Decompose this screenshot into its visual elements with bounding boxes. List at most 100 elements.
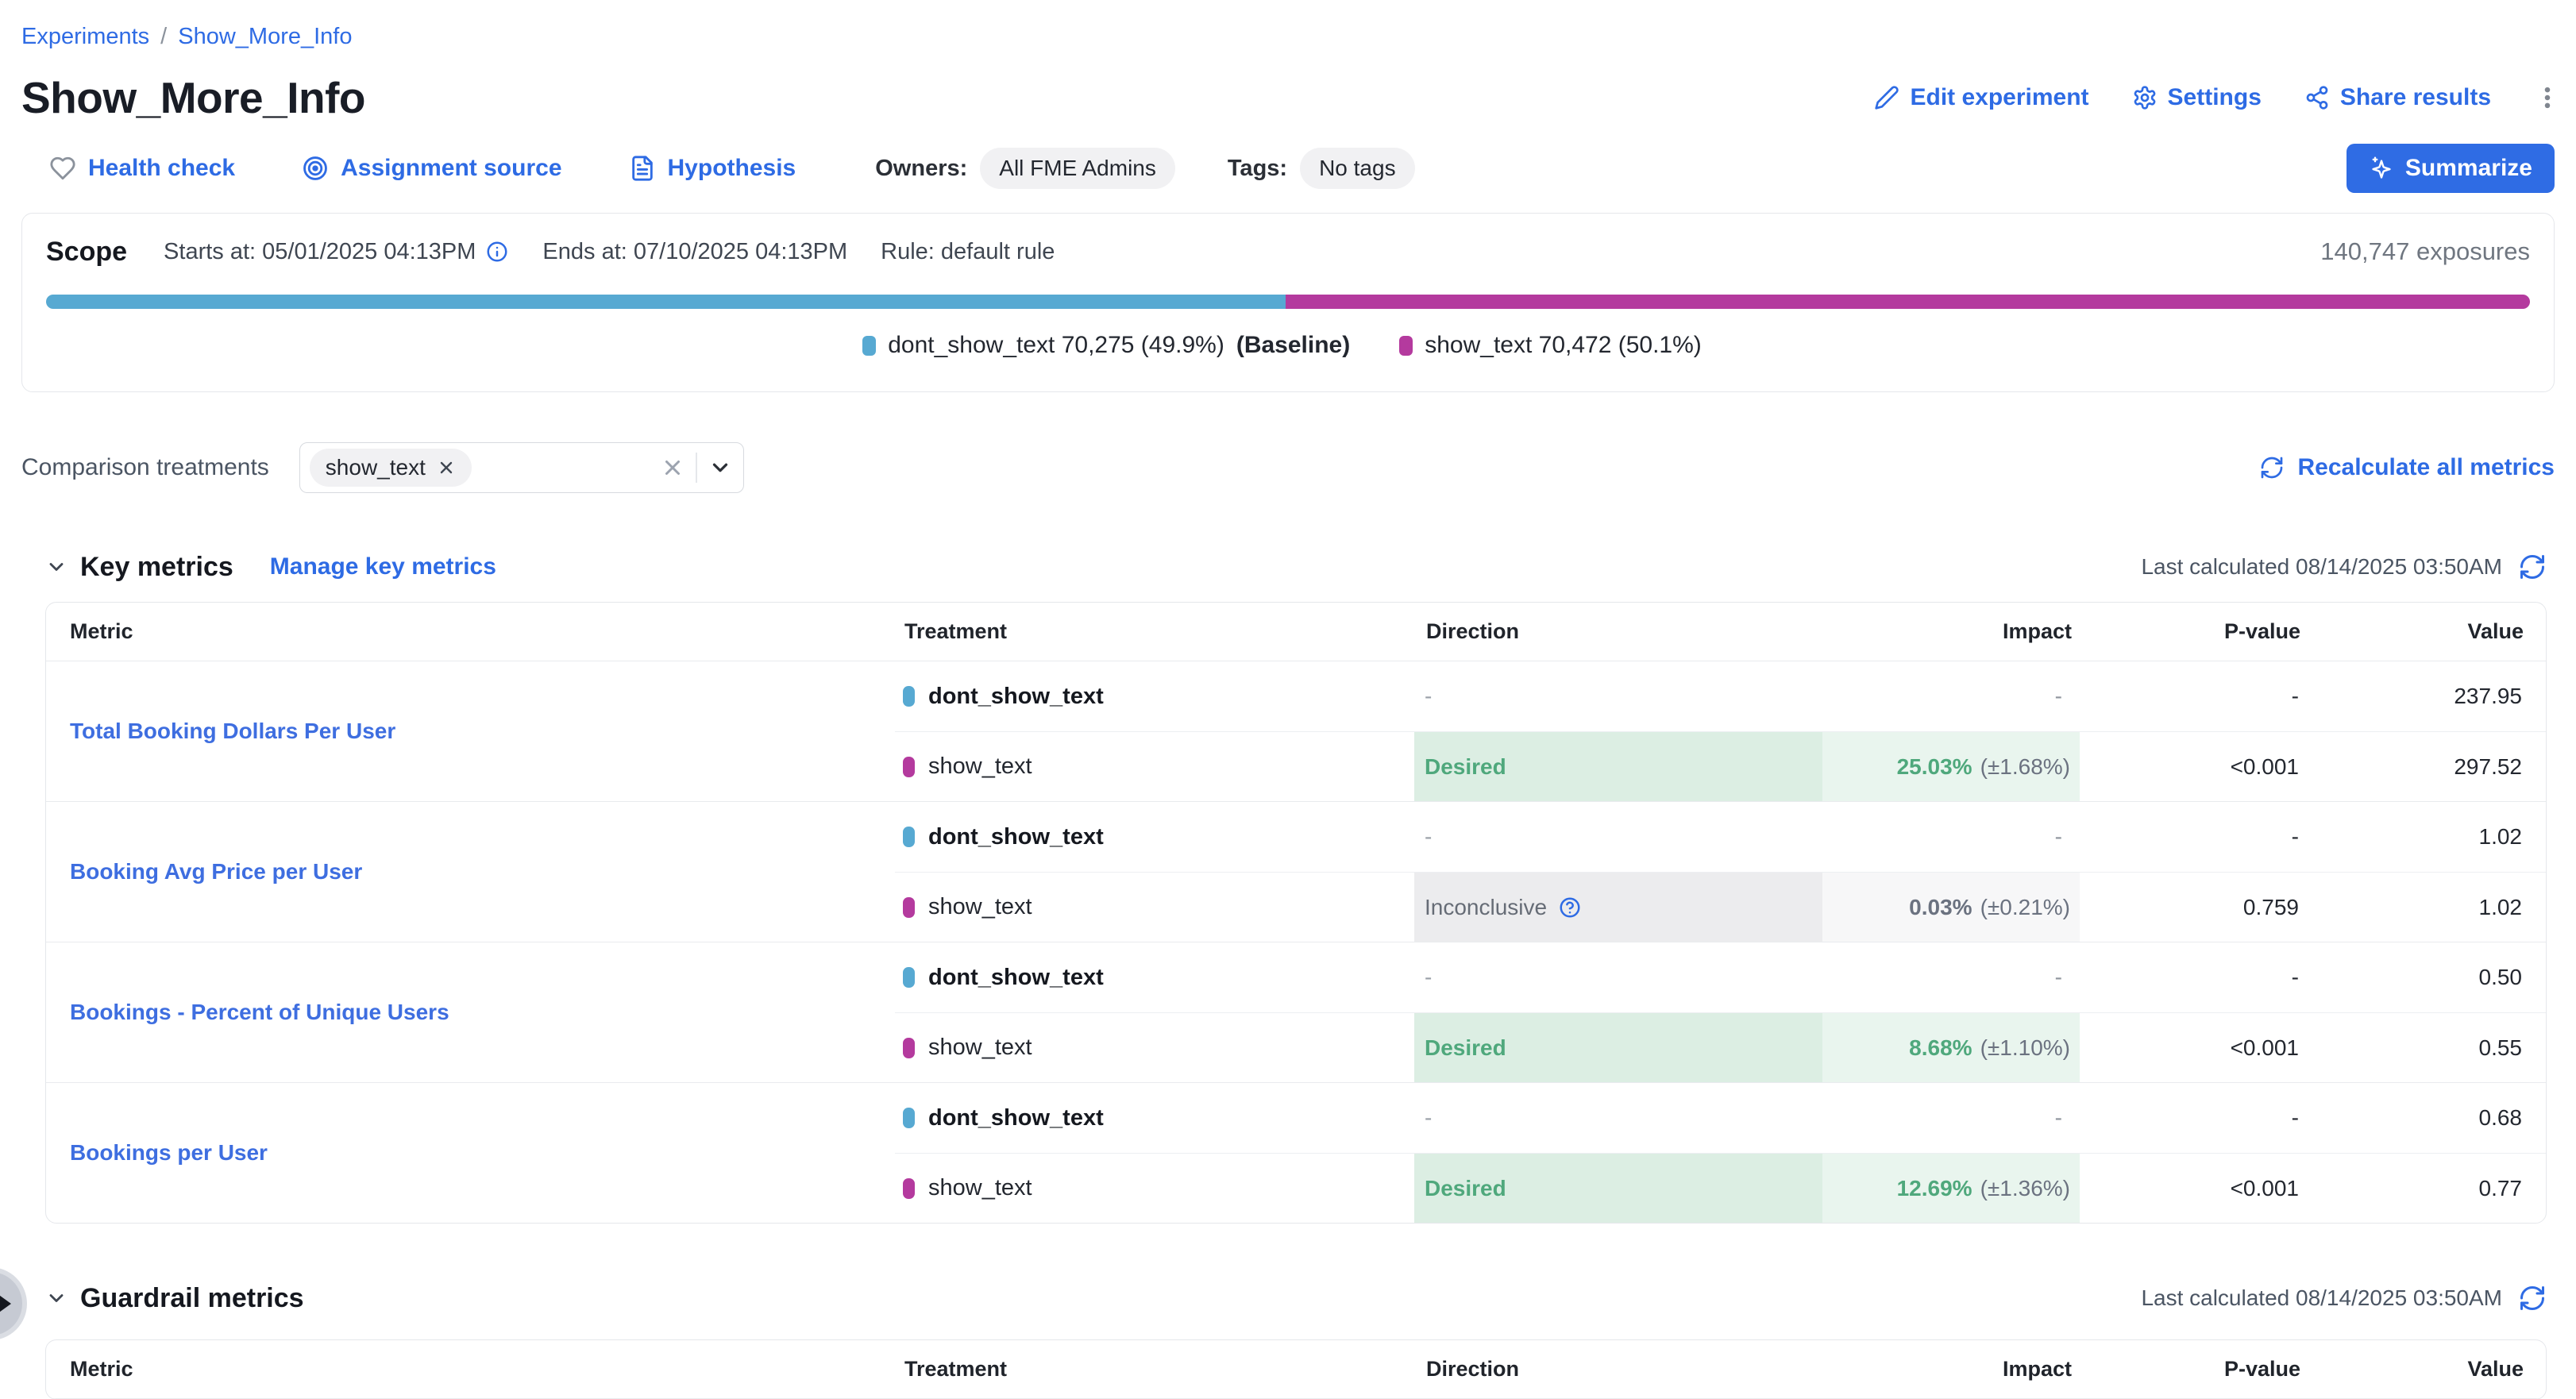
treatment-swatch: [903, 757, 915, 777]
treatment-name: dont_show_text: [928, 684, 1104, 710]
tags-chip[interactable]: No tags: [1300, 148, 1415, 189]
baseline-bar-segment: [46, 295, 1286, 309]
value-cell: 0.68: [2310, 1083, 2546, 1153]
assignment-source-button[interactable]: Assignment source: [302, 155, 561, 182]
direction-cell: -: [1414, 1083, 1822, 1153]
scope-ends-at: Ends at: 07/10/2025 04:13PM: [542, 239, 847, 265]
direction-label: -: [1425, 965, 1432, 990]
share-results-button[interactable]: Share results: [2304, 84, 2491, 111]
select-divider: [696, 453, 697, 483]
refresh-icon[interactable]: [2518, 1284, 2547, 1312]
impact-cell: -: [1822, 661, 2080, 731]
guardrail-last-calculated: Last calculated 08/14/2025 03:50AM: [2141, 1284, 2547, 1312]
treatment-row: dont_show_text - - - 0.50: [895, 942, 2546, 1012]
impact-confidence-interval: (±0.21%): [1980, 895, 2070, 920]
collapse-section-icon[interactable]: [45, 1287, 67, 1309]
direction-label: Desired: [1425, 1035, 1506, 1061]
legend-swatch: [1399, 336, 1413, 356]
breadcrumb-current-link[interactable]: Show_More_Info: [178, 24, 352, 50]
column-header-treatment: Treatment: [897, 1357, 1416, 1382]
column-header-metric: Metric: [46, 619, 897, 644]
key-metrics-header: Key metrics Manage key metrics Last calc…: [45, 549, 2547, 584]
owners-group: Owners: All FME Admins: [875, 148, 1175, 189]
pvalue-cell: -: [2080, 942, 2310, 1012]
treatment-name: dont_show_text: [928, 965, 1104, 991]
treatment-swatch: [903, 967, 915, 988]
sparkle-icon: [2369, 156, 2394, 181]
treatment-swatch: [903, 1178, 915, 1199]
hypothesis-label: Hypothesis: [668, 155, 796, 182]
value-cell: 0.77: [2310, 1154, 2546, 1223]
legend-label: dont_show_text 70,275 (49.9%): [888, 332, 1224, 359]
summarize-button[interactable]: Summarize: [2347, 144, 2555, 193]
bullseye-icon: [302, 155, 329, 182]
impact-cell: 8.68% (±1.10%): [1822, 1013, 2080, 1082]
manage-key-metrics-link[interactable]: Manage key metrics: [270, 553, 496, 580]
share-icon: [2304, 85, 2330, 110]
gear-icon: [2132, 85, 2158, 110]
column-header-value: Value: [2312, 619, 2547, 644]
owners-chip[interactable]: All FME Admins: [980, 148, 1175, 189]
treatment-row: show_text Desired 12.69% (±1.36%) <0.001…: [895, 1153, 2546, 1223]
column-header-pvalue: P-value: [2081, 1357, 2312, 1382]
top-actions: Edit experiment Settings Share results: [1874, 84, 2561, 111]
metric-link[interactable]: Total Booking Dollars Per User: [70, 719, 395, 744]
metric-link[interactable]: Bookings per User: [70, 1140, 268, 1166]
recalculate-label: Recalculate all metrics: [2297, 454, 2555, 481]
direction-label: -: [1425, 824, 1432, 850]
impact-cell: -: [1822, 802, 2080, 872]
pvalue-cell: -: [2080, 661, 2310, 731]
breadcrumb-separator: /: [160, 24, 167, 50]
breadcrumb-experiments-link[interactable]: Experiments: [21, 24, 149, 50]
key-metrics-table: Metric Treatment Direction Impact P-valu…: [45, 602, 2547, 1224]
metric-link[interactable]: Bookings - Percent of Unique Users: [70, 1000, 449, 1025]
impact-cell: -: [1822, 942, 2080, 1012]
recalculate-all-metrics-button[interactable]: Recalculate all metrics: [2259, 454, 2555, 481]
clear-all-icon[interactable]: [661, 456, 684, 480]
treatment-cell: show_text: [895, 732, 1414, 801]
metric-group: Booking Avg Price per User dont_show_tex…: [46, 801, 2546, 942]
impact-cell: -: [1822, 1083, 2080, 1153]
comparison-select[interactable]: show_text: [299, 442, 744, 493]
hypothesis-button[interactable]: Hypothesis: [629, 155, 796, 182]
direction-cell: -: [1414, 802, 1822, 872]
key-metrics-last-calculated: Last calculated 08/14/2025 03:50AM: [2141, 553, 2547, 581]
value-cell: 0.55: [2310, 1013, 2546, 1082]
help-icon[interactable]: [1558, 896, 1582, 919]
more-options-menu[interactable]: [2534, 84, 2561, 111]
treatment-cell: show_text: [895, 1154, 1414, 1223]
title-row: Show_More_Info Edit experiment Settings …: [21, 73, 2555, 122]
treatment-cell: dont_show_text: [895, 1083, 1414, 1153]
metric-group: Total Booking Dollars Per User dont_show…: [46, 661, 2546, 801]
experiment-page: Experiments / Show_More_Info Show_More_I…: [0, 0, 2576, 1399]
treatment-name: show_text: [928, 894, 1032, 920]
impact-value: -: [2055, 684, 2062, 709]
value-cell: 0.50: [2310, 942, 2546, 1012]
column-header-direction: Direction: [1416, 619, 1824, 644]
pvalue-cell: <0.001: [2080, 732, 2310, 801]
edit-experiment-button[interactable]: Edit experiment: [1874, 84, 2088, 111]
legend-item-treatment: show_text 70,472 (50.1%): [1399, 332, 1714, 359]
chevron-down-icon[interactable]: [708, 456, 732, 480]
value-cell: 237.95: [2310, 661, 2546, 731]
settings-button[interactable]: Settings: [2132, 84, 2262, 111]
treatment-row: dont_show_text - - - 1.02: [895, 802, 2546, 872]
chip-remove-icon[interactable]: [437, 458, 456, 477]
collapse-section-icon[interactable]: [45, 556, 67, 578]
metric-link[interactable]: Booking Avg Price per User: [70, 859, 362, 884]
refresh-icon[interactable]: [2518, 553, 2547, 581]
direction-cell: Desired: [1414, 732, 1822, 801]
health-check-button[interactable]: Health check: [49, 155, 235, 182]
comparison-chip[interactable]: show_text: [310, 449, 472, 487]
refresh-icon: [2259, 455, 2285, 480]
treatment-row: show_text Desired 25.03% (±1.68%) <0.001…: [895, 731, 2546, 801]
summarize-label: Summarize: [2405, 155, 2532, 182]
pencil-icon: [1874, 85, 1899, 110]
impact-confidence-interval: (±1.10%): [1980, 1035, 2070, 1061]
info-icon[interactable]: [485, 240, 509, 264]
treatment-cell: dont_show_text: [895, 942, 1414, 1012]
value-cell: 297.52: [2310, 732, 2546, 801]
direction-cell: -: [1414, 661, 1822, 731]
impact-value: 12.69%: [1897, 1176, 1972, 1201]
treatment-swatch: [903, 686, 915, 707]
